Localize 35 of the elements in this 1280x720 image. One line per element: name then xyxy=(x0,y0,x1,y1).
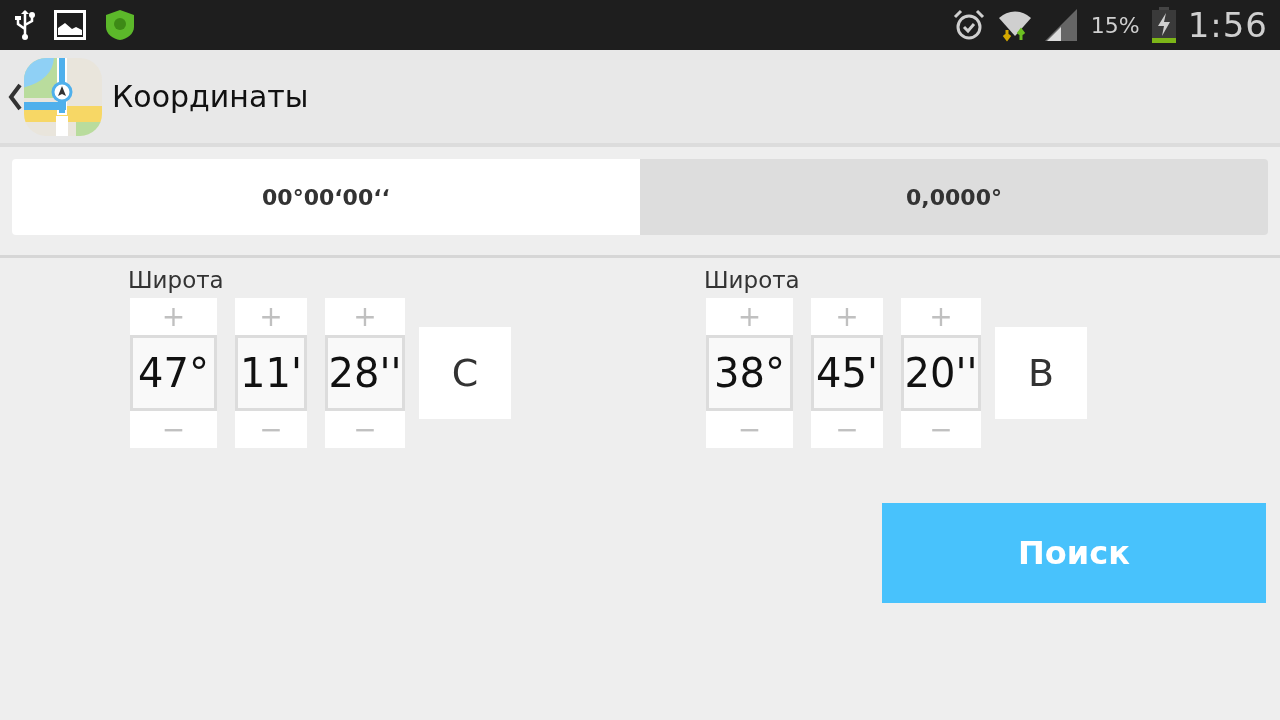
value-field[interactable]: 38° xyxy=(706,335,793,411)
signal-icon xyxy=(1044,9,1079,41)
decrement-button[interactable]: − xyxy=(325,411,405,448)
format-tab[interactable]: 0,0000° xyxy=(640,159,1268,235)
decrement-button[interactable]: − xyxy=(235,411,307,448)
hemisphere-button[interactable]: В xyxy=(995,327,1087,419)
increment-button[interactable]: + xyxy=(706,298,793,335)
increment-button[interactable]: + xyxy=(811,298,883,335)
value-field[interactable]: 20'' xyxy=(901,335,981,411)
format-tab[interactable]: 00°00ʻ00ʻʻ xyxy=(12,159,640,235)
value-field[interactable]: 11' xyxy=(235,335,307,411)
clock-time: 1:56 xyxy=(1187,5,1268,45)
hemisphere-button[interactable]: С xyxy=(419,327,511,419)
screen-title: Координаты xyxy=(112,79,309,114)
increment-button[interactable]: + xyxy=(325,298,405,335)
value-field[interactable]: 47° xyxy=(130,335,217,411)
shield-icon xyxy=(104,9,136,41)
increment-button[interactable]: + xyxy=(130,298,217,335)
increment-button[interactable]: + xyxy=(901,298,981,335)
value-field[interactable]: 45' xyxy=(811,335,883,411)
back-icon[interactable] xyxy=(8,82,22,111)
battery-charging-icon xyxy=(1151,7,1176,43)
increment-button[interactable]: + xyxy=(235,298,307,335)
image-icon xyxy=(54,10,86,40)
alarm-clock-icon xyxy=(952,9,985,41)
field-label: Широта xyxy=(704,266,801,295)
usb-icon xyxy=(14,9,36,41)
decrement-button[interactable]: − xyxy=(130,411,217,448)
decrement-button[interactable]: − xyxy=(811,411,883,448)
search-button[interactable]: Поиск xyxy=(882,503,1266,603)
battery-percentage: 15% xyxy=(1090,12,1140,38)
field-label: Широта xyxy=(128,266,225,295)
decrement-button[interactable]: − xyxy=(706,411,793,448)
value-field[interactable]: 28'' xyxy=(325,335,405,411)
decrement-button[interactable]: − xyxy=(901,411,981,448)
